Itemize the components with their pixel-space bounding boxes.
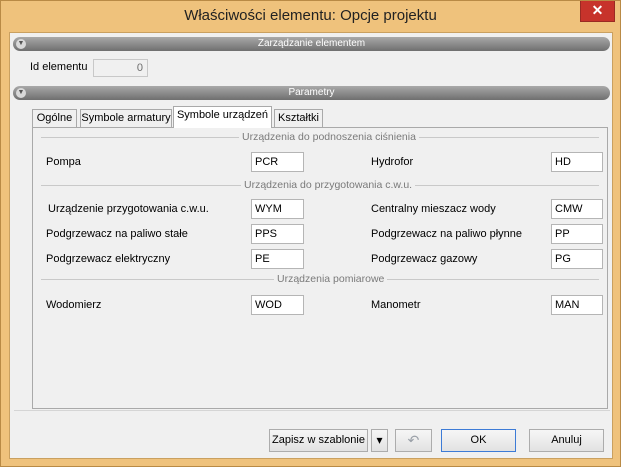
- tab-general[interactable]: Ogólne: [32, 109, 77, 128]
- section-title-parameters: Parametry: [288, 87, 335, 98]
- liquid-fuel-heater-symbol-input[interactable]: PP: [551, 224, 603, 244]
- section-header-parameters[interactable]: ▼ Parametry: [13, 86, 610, 100]
- manometer-symbol-input[interactable]: MAN: [551, 295, 603, 315]
- gas-heater-symbol-input[interactable]: PG: [551, 249, 603, 269]
- cancel-button[interactable]: Anuluj: [529, 429, 604, 452]
- collapse-chevron-icon[interactable]: ▼: [16, 88, 26, 98]
- save-template-button[interactable]: Zapisz w szablonie: [269, 429, 368, 452]
- ok-button[interactable]: OK: [441, 429, 516, 452]
- hot-water-device-symbol-input[interactable]: WYM: [251, 199, 304, 219]
- electric-heater-symbol-input[interactable]: PE: [251, 249, 304, 269]
- undo-button[interactable]: ↶: [395, 429, 432, 452]
- pump-symbol-input[interactable]: PCR: [251, 152, 304, 172]
- element-id-field: 0: [93, 59, 148, 77]
- hydrophore-label: Hydrofor: [371, 156, 414, 168]
- undo-icon: ↶: [407, 432, 420, 448]
- group-title-pressure: Urządzenia do podnoszenia ciśnienia: [239, 131, 419, 143]
- title-bar: Właściwości elementu: Opcje projektu ✕: [1, 1, 620, 33]
- dialog-content: ▼ Zarządzanie elementem Id elementu 0 ▼ …: [9, 32, 613, 459]
- footer-separator: [14, 410, 610, 411]
- element-id-label: Id elementu: [30, 61, 88, 73]
- save-template-dropdown-button[interactable]: ▾: [371, 429, 388, 452]
- pump-label: Pompa: [46, 156, 81, 168]
- tab-panel: Urządzenia do podnoszenia ciśnienia Pomp…: [32, 127, 608, 409]
- collapse-chevron-icon[interactable]: ▼: [16, 39, 26, 49]
- gas-heater-label: Podgrzewacz gazowy: [371, 253, 478, 265]
- liquid-fuel-heater-label: Podgrzewacz na paliwo płynne: [371, 228, 523, 240]
- electric-heater-label: Podgrzewacz elektryczny: [46, 253, 171, 265]
- window-title: Właściwości elementu: Opcje projektu: [184, 7, 437, 24]
- central-mixer-label: Centralny mieszacz wody: [371, 203, 496, 215]
- central-mixer-symbol-input[interactable]: CMW: [551, 199, 603, 219]
- solid-fuel-heater-symbol-input[interactable]: PPS: [251, 224, 304, 244]
- manometer-label: Manometr: [371, 299, 421, 311]
- chevron-down-icon: ▾: [376, 433, 383, 447]
- solid-fuel-heater-label: Podgrzewacz na paliwo stałe: [46, 228, 188, 240]
- section-header-management[interactable]: ▼ Zarządzanie elementem: [13, 37, 610, 51]
- water-meter-label: Wodomierz: [46, 299, 102, 311]
- hot-water-device-label: Urządzenie przygotowania c.w.u.: [48, 203, 209, 215]
- hydrophore-symbol-input[interactable]: HD: [551, 152, 603, 172]
- tab-device-symbols[interactable]: Symbole urządzeń: [173, 106, 272, 128]
- water-meter-symbol-input[interactable]: WOD: [251, 295, 304, 315]
- tab-fittings-symbols[interactable]: Symbole armatury: [80, 109, 172, 128]
- close-button[interactable]: ✕: [580, 1, 615, 22]
- dialog-window: Właściwości elementu: Opcje projektu ✕ ▼…: [0, 0, 621, 467]
- group-title-measurement: Urządzenia pomiarowe: [274, 273, 388, 285]
- group-title-hot-water: Urządzenia do przygotowania c.w.u.: [241, 179, 416, 191]
- section-title-management: Zarządzanie elementem: [257, 38, 366, 49]
- tab-fittings[interactable]: Kształtki: [274, 109, 323, 128]
